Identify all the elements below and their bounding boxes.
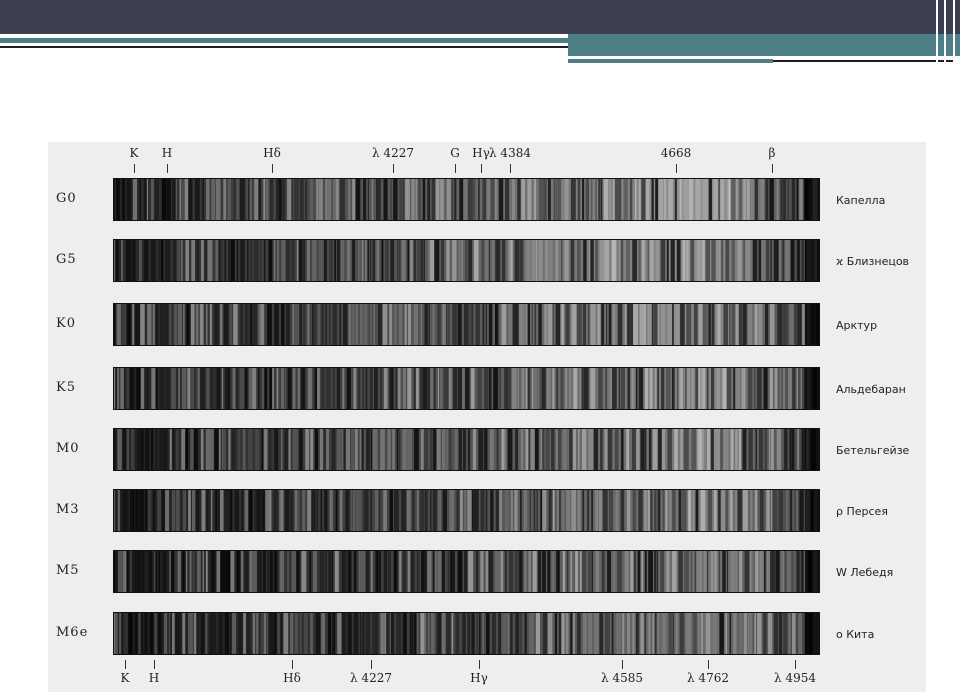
- line-marker-tick: [455, 164, 456, 173]
- decor-rule: [568, 34, 960, 56]
- line-marker-tick: [481, 164, 482, 173]
- line-marker-tick: [676, 164, 677, 173]
- line-marker-label: λ 4227: [350, 671, 392, 685]
- spectral-class-label: M6e: [56, 625, 89, 640]
- line-marker-label: K: [120, 671, 130, 685]
- line-marker-tick: [510, 164, 511, 173]
- line-marker-label: λ 4384: [489, 146, 531, 160]
- spectral-class-label: M3: [56, 502, 80, 517]
- spectrum-strip: [113, 550, 820, 593]
- line-marker-label: 4668: [660, 146, 692, 160]
- spectral-class-label: K5: [56, 380, 76, 395]
- decor-rule: [936, 0, 938, 62]
- spectral-class-label: K0: [56, 316, 76, 331]
- star-name-label: Капелла: [836, 194, 886, 207]
- star-name-label: ϰ Близнецов: [836, 255, 910, 268]
- spectral-class-label: M0: [56, 441, 80, 456]
- line-marker-tick: [479, 660, 480, 669]
- line-marker-tick: [134, 164, 135, 173]
- decor-rule: [944, 0, 946, 62]
- line-marker-label: K: [129, 146, 139, 160]
- star-name-label: Бетельгейзе: [836, 444, 910, 457]
- spectra-figure: [48, 142, 926, 692]
- spectrum-strip: [113, 489, 820, 532]
- spectrum-strip: [113, 612, 820, 655]
- line-marker-tick: [772, 164, 773, 173]
- star-name-label: ο Кита: [836, 628, 875, 641]
- star-name-label: Арктур: [836, 319, 878, 332]
- line-marker-label: λ 4227: [372, 146, 414, 160]
- decor-rule: [0, 46, 568, 48]
- line-marker-label: H: [161, 146, 173, 160]
- spectrum-strip: [113, 367, 820, 410]
- line-marker-tick: [272, 164, 273, 173]
- line-marker-label: λ 4762: [687, 671, 729, 685]
- line-marker-tick: [622, 660, 623, 669]
- line-marker-label: Hδ: [283, 671, 301, 685]
- line-marker-tick: [292, 660, 293, 669]
- line-marker-label: λ 4954: [774, 671, 816, 685]
- line-marker-tick: [371, 660, 372, 669]
- decor-rule: [773, 60, 953, 62]
- line-marker-label: λ 4585: [601, 671, 643, 685]
- spectrum-strip: [113, 428, 820, 471]
- decor-rule: [953, 0, 955, 62]
- spectrum-strip: [113, 178, 820, 221]
- line-marker-tick: [154, 660, 155, 669]
- spectral-class-label: M5: [56, 563, 80, 578]
- spectral-class-label: G0: [56, 191, 77, 206]
- star-name-label: W Лебедя: [836, 566, 894, 579]
- decor-rule: [0, 38, 568, 43]
- line-marker-label: Hγ: [470, 671, 488, 685]
- star-name-label: Альдебаран: [836, 383, 906, 396]
- decor-rule: [568, 59, 773, 63]
- spectral-class-label: G5: [56, 252, 77, 267]
- line-marker-label: Hδ: [263, 146, 281, 160]
- spectrum-strip: [113, 239, 820, 282]
- star-name-label: ρ Персея: [836, 505, 888, 518]
- line-marker-tick: [393, 164, 394, 173]
- line-marker-label: β: [768, 146, 776, 160]
- line-marker-label: H: [148, 671, 160, 685]
- line-marker-tick: [708, 660, 709, 669]
- line-marker-tick: [167, 164, 168, 173]
- line-marker-tick: [125, 660, 126, 669]
- spectrum-strip: [113, 303, 820, 346]
- line-marker-tick: [795, 660, 796, 669]
- slide-title-bar: [0, 0, 960, 34]
- line-marker-label: Hγ: [472, 146, 490, 160]
- line-marker-label: G: [450, 146, 460, 160]
